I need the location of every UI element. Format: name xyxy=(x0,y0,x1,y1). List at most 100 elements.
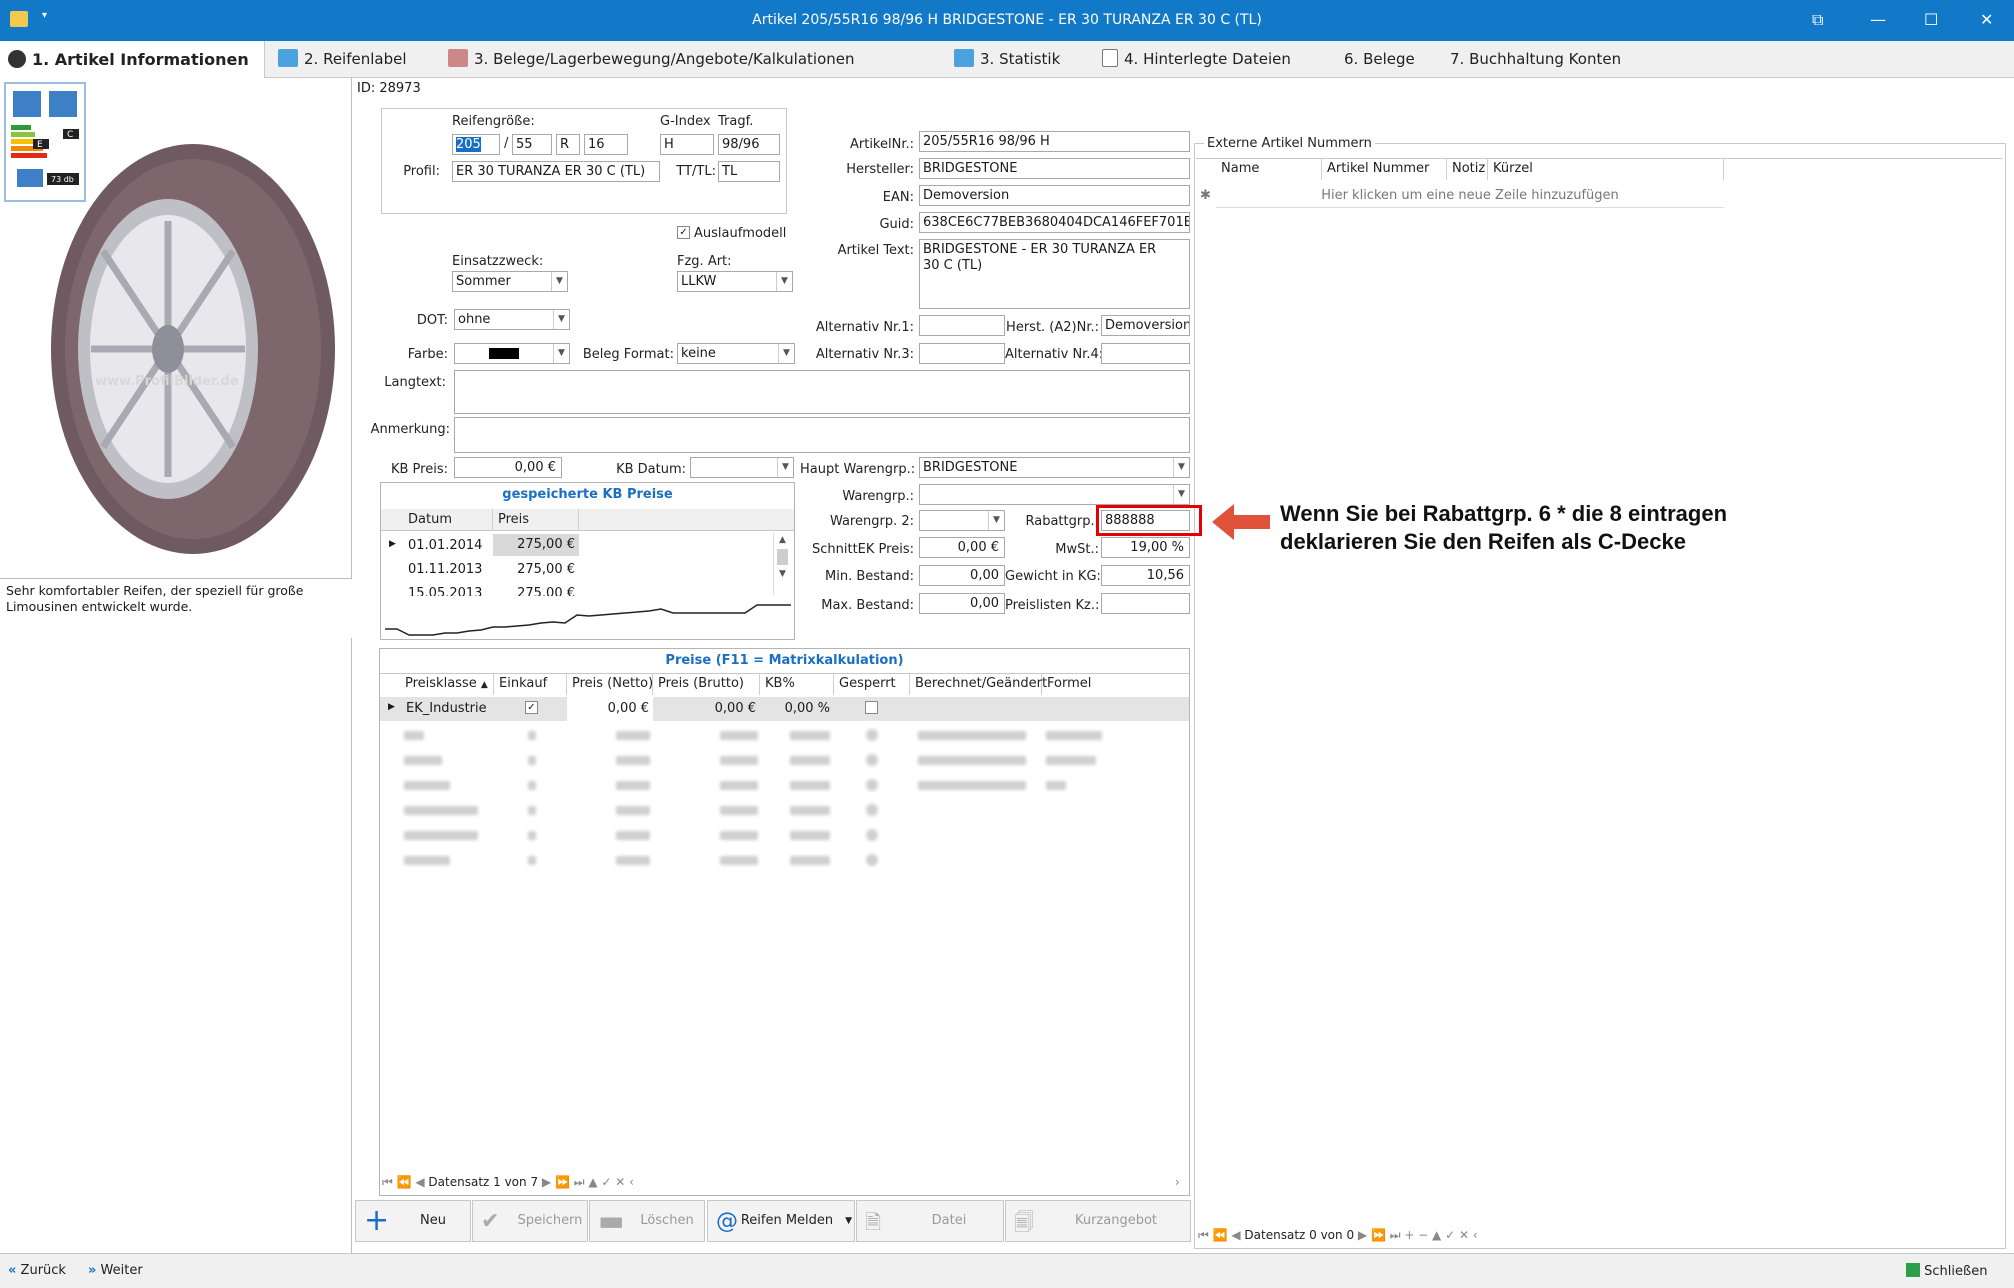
col-einkauf[interactable]: Einkauf xyxy=(494,673,567,695)
einsatzzweck-select[interactable]: Sommer ▼ xyxy=(452,271,568,292)
kb-row-datum[interactable]: 01.01.2014 xyxy=(408,538,482,553)
cell-netto[interactable]: 0,00 € xyxy=(567,697,653,721)
col-kuerzel[interactable]: Kürzel xyxy=(1488,158,1724,180)
speichern-button[interactable]: ✔ Speichern xyxy=(472,1200,588,1242)
chevron-down-icon[interactable]: ▼ xyxy=(776,272,792,291)
herstnr-input[interactable]: Demoversion xyxy=(1101,315,1190,336)
kb-row-preis[interactable]: 275,00 € xyxy=(493,586,579,596)
guid-input[interactable]: 638CE6C77BEB3680404DCA146FEF701E xyxy=(919,212,1190,233)
kb-preis-input[interactable]: 0,00 € xyxy=(454,457,562,478)
kb-grid-scrollbar[interactable]: ▲ ▼ xyxy=(773,533,791,595)
col-berechnet[interactable]: Berechnet/Geändert xyxy=(910,673,1047,695)
loeschen-button[interactable]: ▬ Löschen xyxy=(589,1200,705,1242)
min-bestand-input[interactable]: 0,00 xyxy=(919,565,1005,586)
neu-button[interactable]: + Neu xyxy=(355,1200,471,1242)
reifen-melden-button[interactable]: @ Reifen Melden ▼ xyxy=(707,1200,855,1242)
kb-row-datum[interactable]: 15.05.2013 xyxy=(408,586,482,596)
tab-artikel-informationen[interactable]: 1. Artikel Informationen xyxy=(0,41,265,78)
kb-row-preis[interactable]: 275,00 € xyxy=(493,534,579,556)
col-name[interactable]: Name xyxy=(1216,158,1322,180)
tab-hinterlegte-dateien[interactable]: 4. Hinterlegte Dateien xyxy=(1094,41,1291,78)
cell-brutto[interactable]: 0,00 € xyxy=(653,701,760,716)
artikeltext-input[interactable]: BRIDGESTONE - ER 30 TURANZA ER 30 C (TL) xyxy=(919,239,1190,309)
scroll-right-icon[interactable]: › xyxy=(1175,1175,1180,1189)
construction-input[interactable]: R xyxy=(556,134,580,155)
artikelnr-input[interactable]: 205/55R16 98/96 H xyxy=(919,131,1190,152)
col-netto[interactable]: Preis (Netto) xyxy=(567,673,653,695)
mwst-input[interactable]: 19,00 % xyxy=(1101,537,1190,558)
col-datum[interactable]: Datum xyxy=(403,509,493,531)
chevron-down-icon[interactable]: ▼ xyxy=(1173,458,1189,477)
col-kb[interactable]: KB% xyxy=(760,673,834,695)
cell-kb[interactable]: 0,00 % xyxy=(760,701,834,716)
schnittek-input[interactable]: 0,00 € xyxy=(919,537,1005,558)
tragf-input[interactable]: 98/96 xyxy=(718,134,780,155)
kb-row-preis[interactable]: 275,00 € xyxy=(493,562,579,577)
extern-grid-navigator[interactable]: ⏮ ⏪ ◀ Datensatz 0 von 0 ▶ ⏩ ⏭ + − ▲ ✓ ✕ … xyxy=(1198,1228,1478,1243)
col-artikel-nummer[interactable]: Artikel Nummer xyxy=(1322,158,1447,180)
rim-input[interactable]: 16 xyxy=(584,134,628,155)
tab-buchhaltung-konten[interactable]: 7. Buchhaltung Konten xyxy=(1442,41,1621,78)
tab-reifenlabel[interactable]: 2. Reifenlabel xyxy=(270,41,407,78)
einkauf-checkbox[interactable]: ✓ xyxy=(525,701,538,714)
chevron-down-icon[interactable]: ▼ xyxy=(553,344,569,363)
col-notiz[interactable]: Notiz xyxy=(1447,158,1488,180)
haupt-warengrp-select[interactable]: BRIDGESTONE ▼ xyxy=(919,457,1190,478)
restore-icon[interactable]: ⧉ xyxy=(1812,10,1823,30)
minimize-button[interactable]: — xyxy=(1870,10,1886,29)
schliessen-button[interactable]: Schließen xyxy=(1906,1263,1987,1279)
weiter-button[interactable]: » Weiter xyxy=(88,1263,143,1278)
chevron-down-icon[interactable]: ▼ xyxy=(1173,485,1189,504)
tab-belege[interactable]: 6. Belege xyxy=(1336,41,1415,78)
alt1-input[interactable] xyxy=(919,315,1005,336)
beleg-format-select[interactable]: keine ▼ xyxy=(677,343,795,364)
chevron-down-icon[interactable]: ▼ xyxy=(553,310,569,329)
col-brutto[interactable]: Preis (Brutto) xyxy=(653,673,760,695)
max-bestand-input[interactable]: 0,00 xyxy=(919,593,1005,614)
kb-datum-select[interactable]: ▼ xyxy=(690,457,794,478)
chevron-down-icon[interactable]: ▼ xyxy=(988,511,1004,530)
langtext-label: Langtext: xyxy=(384,375,446,390)
alt4-input[interactable] xyxy=(1101,343,1190,364)
col-preisklasse[interactable]: Preisklasse ▲ xyxy=(400,673,494,695)
gesperrt-checkbox[interactable] xyxy=(865,701,878,714)
preislisten-input[interactable] xyxy=(1101,593,1190,614)
anmerkung-input[interactable] xyxy=(454,417,1190,453)
preise-grid-navigator[interactable]: ⏮ ⏪ ◀ Datensatz 1 von 7 ▶ ⏩ ⏭ ▲ ✓ ✕ ‹ xyxy=(382,1175,634,1190)
kurzangebot-button[interactable]: 🗐Kurzangebot Generieren xyxy=(1005,1200,1191,1268)
tab-belege-lager[interactable]: 3. Belege/Lagerbewegung/Angebote/Kalkula… xyxy=(440,41,855,78)
table-row[interactable] xyxy=(380,721,1189,871)
gewicht-input[interactable]: 10,56 xyxy=(1101,565,1190,586)
tab-statistik[interactable]: 3. Statistik xyxy=(946,41,1060,78)
ean-input[interactable]: Demoversion xyxy=(919,185,1190,206)
maximize-button[interactable]: ☐ xyxy=(1924,10,1938,29)
datei-hinzufuegen-button[interactable]: 🗎Datei Hinzufügen xyxy=(856,1200,1004,1268)
warengrp-select[interactable]: ▼ xyxy=(919,484,1190,505)
hersteller-input[interactable]: BRIDGESTONE xyxy=(919,158,1190,179)
dot-select[interactable]: ohne ▼ xyxy=(454,309,570,330)
new-row-hint[interactable]: Hier klicken um eine neue Zeile hinzuzuf… xyxy=(1216,188,1724,208)
col-formel[interactable]: Formel xyxy=(1042,673,1189,695)
zurueck-button[interactable]: « Zurück xyxy=(8,1263,66,1278)
kb-row-datum[interactable]: 01.11.2013 xyxy=(408,562,482,577)
dropdown-arrow-icon[interactable]: ▼ xyxy=(845,1201,852,1241)
auslaufmodell-checkbox[interactable]: ✓ xyxy=(677,226,690,239)
fzg-art-select[interactable]: LLKW ▼ xyxy=(677,271,793,292)
width-input[interactable]: 205 xyxy=(452,134,500,155)
chevron-down-icon[interactable]: ▼ xyxy=(778,344,794,363)
chevron-down-icon[interactable]: ▼ xyxy=(777,458,793,477)
warengrp2-select[interactable]: ▼ xyxy=(919,510,1005,531)
langtext-input[interactable] xyxy=(454,370,1190,414)
tttl-input[interactable]: TL xyxy=(718,161,780,182)
alt3-input[interactable] xyxy=(919,343,1005,364)
close-button[interactable]: ✕ xyxy=(1980,10,1993,29)
col-gesperrt[interactable]: Gesperrt xyxy=(834,673,910,695)
chevron-down-icon[interactable]: ▼ xyxy=(551,272,567,291)
farbe-select[interactable]: ▼ xyxy=(454,343,570,364)
table-row[interactable]: ▶ EK_Industrie ✓ 0,00 € 0,00 € 0,00 % xyxy=(380,697,1189,721)
profil-input[interactable]: ER 30 TURANZA ER 30 C (TL) xyxy=(452,161,660,182)
gindex-input[interactable]: H xyxy=(660,134,714,155)
ratio-input[interactable]: 55 xyxy=(512,134,552,155)
col-preis[interactable]: Preis xyxy=(493,509,579,531)
cell-preisklasse[interactable]: EK_Industrie xyxy=(406,701,487,716)
